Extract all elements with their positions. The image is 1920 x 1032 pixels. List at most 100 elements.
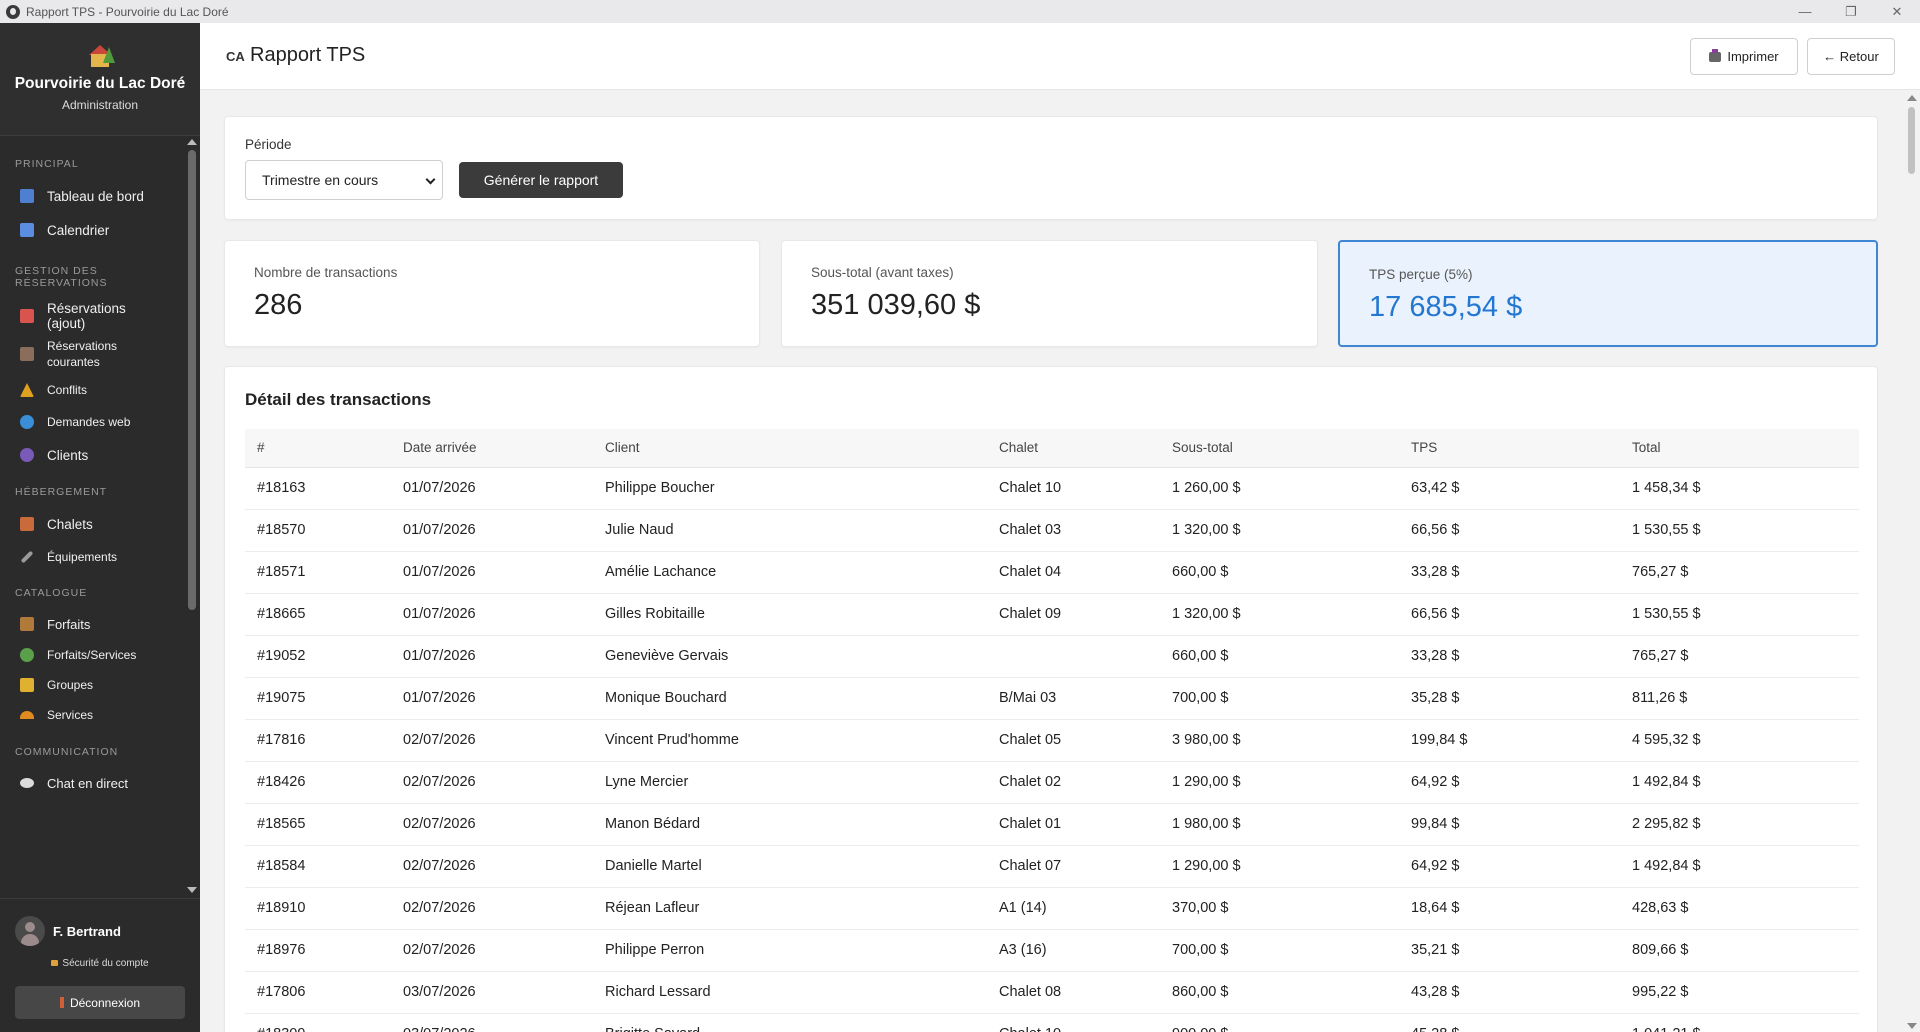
cell-date: 02/07/2026 xyxy=(391,845,593,888)
table-row[interactable]: #19052 01/07/2026 Geneviève Gervais 660,00 … xyxy=(245,635,1859,678)
sidebar-nav: PRINCIPAL Tableau de bord Calendrier GES… xyxy=(0,136,184,896)
chart-icon xyxy=(20,189,34,203)
cell-chalet: A3 (16) xyxy=(987,929,1160,972)
cell-chalet: Chalet 07 xyxy=(987,845,1160,888)
clipboard-icon xyxy=(20,309,34,323)
sidebar-item-calendrier[interactable]: Calendrier xyxy=(0,213,184,247)
sidebar-item-groupes[interactable]: Groupes xyxy=(0,670,184,700)
table-row[interactable]: #18976 02/07/2026 Philippe Perron A3 (16) 70… xyxy=(245,929,1859,972)
cell-subtotal: 1 290,00 $ xyxy=(1160,761,1399,804)
table-row[interactable]: #19075 01/07/2026 Monique Bouchard B/Mai 03… xyxy=(245,677,1859,720)
cell-tps: 64,92 $ xyxy=(1399,845,1620,888)
table-row[interactable]: #18565 02/07/2026 Manon Bédard Chalet 01 1 9… xyxy=(245,803,1859,846)
back-button[interactable]: ← Retour xyxy=(1807,38,1895,75)
sidebar-item-tableau[interactable]: Tableau de bord xyxy=(0,179,184,213)
cell-date: 01/07/2026 xyxy=(391,551,593,594)
sidebar-item-services[interactable]: Services xyxy=(0,700,184,730)
table-row[interactable]: #18570 01/07/2026 Julie Naud Chalet 03 1 320… xyxy=(245,509,1859,552)
cell-total: 1 041,21 $ xyxy=(1620,1013,1859,1032)
cell-chalet: Chalet 02 xyxy=(987,761,1160,804)
sidebar-item-chalets[interactable]: Chalets xyxy=(0,507,184,541)
cell-client: Vincent Prud'homme xyxy=(593,719,987,762)
table-row[interactable]: #17816 02/07/2026 Vincent Prud'homme Chalet… xyxy=(245,719,1859,762)
scroll-down-icon[interactable] xyxy=(187,887,197,893)
minimize-icon[interactable]: — xyxy=(1782,0,1828,23)
cell-total: 1 530,55 $ xyxy=(1620,509,1859,552)
col-id-header[interactable]: # xyxy=(245,429,391,468)
scroll-up-icon[interactable] xyxy=(1907,95,1917,101)
col-date-header[interactable]: Date arrivée xyxy=(391,429,593,468)
cell-total: 4 595,32 $ xyxy=(1620,719,1859,762)
cell-chalet xyxy=(987,635,1160,678)
col-client-header[interactable]: Client xyxy=(593,429,987,468)
sidebar-item-forfaits-services[interactable]: Forfaits/Services xyxy=(0,640,184,670)
cell-tps: 63,42 $ xyxy=(1399,467,1620,510)
col-tps-header[interactable]: TPS xyxy=(1399,429,1620,468)
table-row[interactable]: #1830903/07/2026Brigitte SavardChalet 10… xyxy=(245,1013,1859,1032)
cell-date: 01/07/2026 xyxy=(391,593,593,636)
cell-client: Lyne Mercier xyxy=(593,761,987,804)
table-row[interactable]: #17806 03/07/2026 Richard Lessard Chalet 08… xyxy=(245,971,1859,1014)
restore-icon[interactable]: ❐ xyxy=(1828,0,1874,23)
sidebar-item-conflits[interactable]: Conflits xyxy=(0,374,184,406)
table-row[interactable]: #18584 02/07/2026 Danielle Martel Chalet 07… xyxy=(245,845,1859,888)
user-name: F. Bertrand xyxy=(53,924,121,939)
cell-tps: 43,28 $ xyxy=(1399,971,1620,1014)
page-header: CA Rapport TPS Imprimer ← Retour xyxy=(200,23,1920,90)
period-select[interactable]: Trimestre en cours xyxy=(245,160,443,200)
cell-date: 01/07/2026 xyxy=(391,677,593,720)
cell-date: 01/07/2026 xyxy=(391,635,593,678)
cell-id: #18565 xyxy=(245,803,391,846)
table-row[interactable]: #18665 01/07/2026 Gilles Robitaille Chalet … xyxy=(245,593,1859,636)
cell-tps: 199,84 $ xyxy=(1399,719,1620,762)
cell-subtotal: 1 260,00 $ xyxy=(1160,467,1399,510)
scroll-up-icon[interactable] xyxy=(187,139,197,145)
scroll-thumb[interactable] xyxy=(1908,107,1915,174)
col-subtotal-header[interactable]: Sous-total xyxy=(1160,429,1399,468)
cell-id: #18571 xyxy=(245,551,391,594)
table-row[interactable]: #18163 01/07/2026 Philippe Boucher Chalet 1… xyxy=(245,467,1859,510)
cell-id: #18976 xyxy=(245,929,391,972)
section-gestion: GESTION DES RÉSERVATIONS xyxy=(15,265,108,289)
table-row[interactable]: #18426 02/07/2026 Lyne Mercier Chalet 02 1 2… xyxy=(245,761,1859,804)
stat-label: Sous-total (avant taxes) xyxy=(811,265,954,280)
security-link[interactable]: Sécurité du compte xyxy=(0,958,200,969)
col-total-header[interactable]: Total xyxy=(1620,429,1859,468)
sidebar-item-clients[interactable]: Clients xyxy=(0,438,184,472)
content-scrollbar[interactable] xyxy=(1904,92,1920,1032)
cell-tps: 35,28 $ xyxy=(1399,677,1620,720)
cell-id: #19052 xyxy=(245,635,391,678)
cell-client: Monique Bouchard xyxy=(593,677,987,720)
scroll-down-icon[interactable] xyxy=(1907,1023,1917,1029)
cell-date: 02/07/2026 xyxy=(391,761,593,804)
generate-report-button[interactable]: Générer le rapport xyxy=(459,162,623,198)
puzzle-icon xyxy=(20,648,34,662)
stat-subtotal: Sous-total (avant taxes) 351 039,60 $ xyxy=(781,240,1318,347)
scroll-thumb[interactable] xyxy=(188,150,196,610)
sidebar-item-demandes-web[interactable]: Demandes web xyxy=(0,406,184,438)
logout-button[interactable]: Déconnexion xyxy=(15,986,185,1019)
section-catalogue: CATALOGUE xyxy=(15,587,88,599)
flag-icon: CA xyxy=(226,49,245,64)
section-hebergement: HÉBERGEMENT xyxy=(15,486,108,498)
sidebar-item-reservations-ajout[interactable]: Réservations (ajout) xyxy=(0,298,184,334)
cell-subtotal: 370,00 $ xyxy=(1160,887,1399,930)
table-row[interactable]: #18571 01/07/2026 Amélie Lachance Chalet 04… xyxy=(245,551,1859,594)
col-chalet-header[interactable]: Chalet xyxy=(987,429,1160,468)
stat-value: 351 039,60 $ xyxy=(811,289,981,321)
sidebar-item-chat[interactable]: Chat en direct xyxy=(0,766,184,800)
users-icon xyxy=(20,448,34,462)
sidebar-item-forfaits[interactable]: Forfaits xyxy=(0,608,184,640)
cell-id: #17816 xyxy=(245,719,391,762)
sidebar-item-equipements[interactable]: Équipements xyxy=(0,541,184,573)
sidebar-scrollbar[interactable] xyxy=(184,136,200,896)
table-row[interactable]: #18910 02/07/2026 Réjean Lafleur A1 (14) 370… xyxy=(245,887,1859,930)
cell-id: #18665 xyxy=(245,593,391,636)
print-button[interactable]: Imprimer xyxy=(1690,38,1798,75)
cell-date: 02/07/2026 xyxy=(391,887,593,930)
cell-chalet: Chalet 04 xyxy=(987,551,1160,594)
close-icon[interactable]: ✕ xyxy=(1874,0,1920,23)
cell-subtotal: 1 290,00 $ xyxy=(1160,845,1399,888)
avatar xyxy=(15,916,45,946)
sidebar-item-reservations-courantes[interactable]: Réservations courantes xyxy=(0,334,184,374)
